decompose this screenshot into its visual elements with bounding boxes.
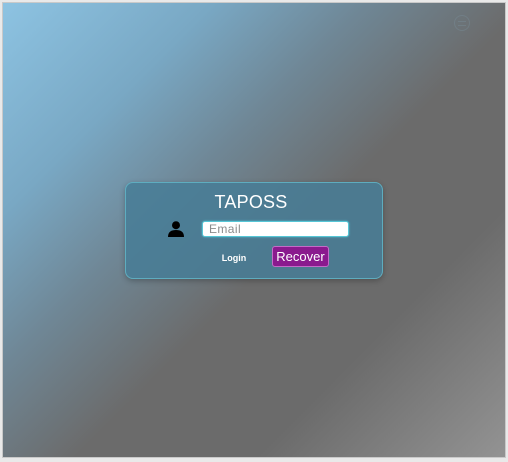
app-title: TAPOSS bbox=[214, 192, 288, 212]
recover-button[interactable]: Recover bbox=[272, 246, 329, 267]
settings-icon[interactable] bbox=[454, 15, 470, 31]
email-input[interactable] bbox=[202, 221, 349, 237]
login-button[interactable]: Login bbox=[216, 250, 252, 266]
login-card: TAPOSS Login Recover bbox=[125, 182, 383, 279]
user-icon bbox=[168, 221, 184, 237]
app-frame: TAPOSS Login Recover bbox=[2, 2, 506, 458]
